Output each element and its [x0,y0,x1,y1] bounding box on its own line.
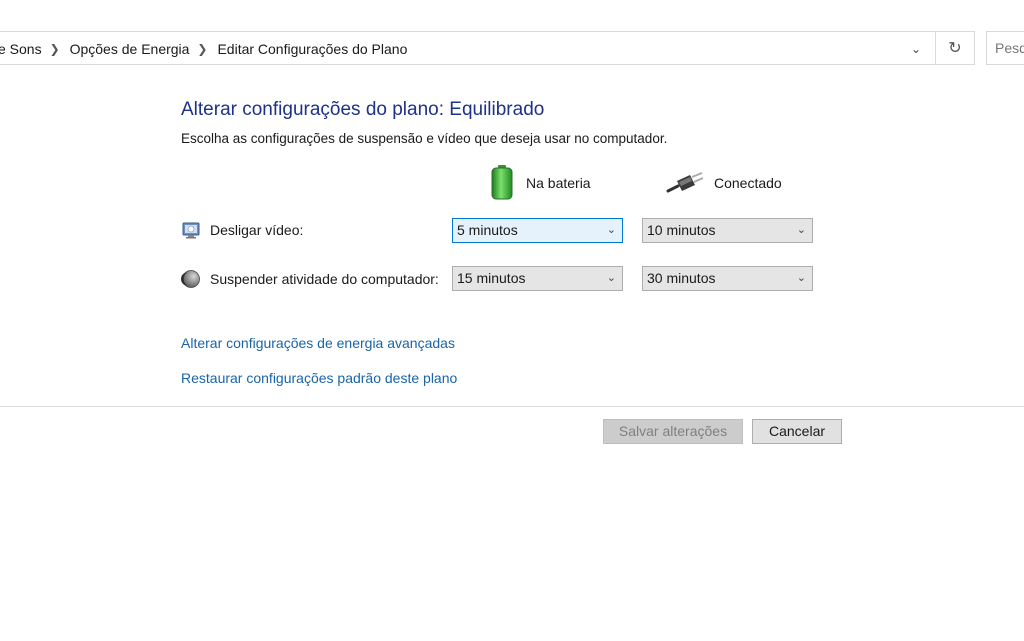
select-value: 15 minutos [457,270,526,286]
setting-label-display: Desligar vídeo: [181,218,303,242]
refresh-button[interactable]: ↻ [936,31,975,65]
display-off-battery-select[interactable]: 5 minutos ⌄ [452,218,623,243]
search-input[interactable]: Pesq [986,31,1024,65]
chevron-down-icon: ⌄ [796,272,806,284]
column-header-battery: Na bateria [488,164,591,203]
page-subtitle: Escolha as configurações de suspensão e … [181,131,668,146]
setting-label-sleep: Suspender atividade do computador: [181,267,439,291]
breadcrumb-item-sound[interactable]: e Sons [0,41,48,57]
divider [0,406,1024,407]
chevron-down-icon: ⌄ [796,224,806,236]
select-value: 5 minutos [457,222,518,238]
chevron-down-icon: ⌄ [910,42,922,56]
column-label-plugged: Conectado [714,175,782,191]
column-header-plugged: Conectado [666,165,782,201]
address-history-dropdown[interactable]: ⌄ [898,32,934,66]
power-plug-icon [666,170,704,197]
save-changes-button[interactable]: Salvar alterações [603,419,743,444]
address-bar-row: e Sons ❯ Opções de Energia ❯ Editar Conf… [0,31,1024,67]
breadcrumb-item-power-options[interactable]: Opções de Energia [70,41,196,57]
chevron-right-icon[interactable]: ❯ [48,42,62,56]
chevron-down-icon: ⌄ [606,272,616,284]
setting-label-display-text: Desligar vídeo: [210,222,304,238]
moon-icon [181,269,201,289]
setting-label-sleep-text: Suspender atividade do computador: [210,271,439,287]
monitor-icon [181,220,201,240]
chevron-right-icon[interactable]: ❯ [195,42,209,56]
select-value: 30 minutos [647,270,716,286]
sleep-battery-select[interactable]: 15 minutos ⌄ [452,266,623,291]
chevron-down-icon: ⌄ [606,224,616,236]
breadcrumb: e Sons ❯ Opções de Energia ❯ Editar Conf… [0,32,413,66]
breadcrumb-item-edit-plan[interactable]: Editar Configurações do Plano [217,41,413,57]
display-off-plugged-select[interactable]: 10 minutos ⌄ [642,218,813,243]
advanced-settings-link[interactable]: Alterar configurações de energia avançad… [181,335,455,351]
column-label-battery: Na bateria [526,175,591,191]
battery-icon [488,164,516,203]
restore-defaults-link[interactable]: Restaurar configurações padrão deste pla… [181,370,457,386]
search-placeholder: Pesq [995,40,1024,56]
cancel-button[interactable]: Cancelar [752,419,842,444]
select-value: 10 minutos [647,222,716,238]
page-title: Alterar configurações do plano: Equilibr… [181,99,545,120]
sleep-plugged-select[interactable]: 30 minutos ⌄ [642,266,813,291]
address-bar[interactable]: e Sons ❯ Opções de Energia ❯ Editar Conf… [0,31,936,65]
refresh-icon: ↻ [948,40,962,57]
